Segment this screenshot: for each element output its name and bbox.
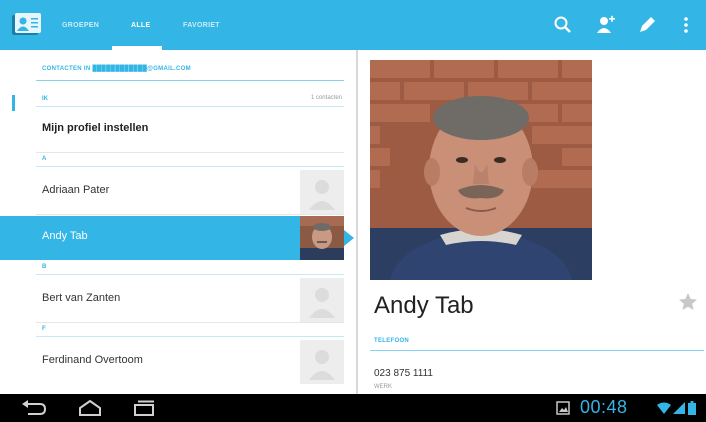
tab-favorites[interactable]: FAVORIET (183, 0, 220, 50)
add-contact-icon[interactable] (594, 14, 616, 36)
search-icon[interactable] (552, 14, 574, 36)
account-header: CONTACTEN IN ████████████@GMAIL.COM (42, 66, 191, 72)
section-header-b: B (42, 264, 47, 270)
contact-name: Ferdinand Overtoom (42, 354, 143, 366)
recent-apps-icon[interactable] (130, 398, 158, 418)
favorite-star-icon[interactable] (678, 292, 698, 312)
contact-count: 1 contacten (310, 95, 342, 101)
contact-thumbnail-photo (300, 216, 344, 260)
tab-all[interactable]: ALLE (131, 0, 150, 50)
list-item-contact[interactable]: Adriaan Pater (36, 170, 344, 214)
row-divider (36, 214, 344, 215)
list-item-contact-selected[interactable]: Andy Tab (0, 216, 344, 260)
signal-icon (673, 401, 685, 420)
system-navigation-bar: 00:48 (0, 394, 706, 422)
list-item-contact[interactable]: Bert van Zanten (36, 278, 344, 322)
phone-number[interactable]: 023 875 1111 (374, 368, 433, 379)
list-item-contact[interactable]: Ferdinand Overtoom (36, 340, 344, 384)
section-header-a: A (42, 156, 47, 162)
home-icon[interactable] (76, 398, 104, 418)
edit-icon[interactable] (636, 14, 658, 36)
contact-name-heading: Andy Tab (374, 292, 474, 319)
phone-section-header: TELEFOON (374, 338, 410, 344)
row-divider (36, 152, 344, 153)
contact-name: Mijn profiel instellen (42, 122, 149, 134)
selection-pointer (344, 230, 354, 246)
contact-photo[interactable] (370, 60, 592, 280)
list-item-setup-profile[interactable]: Mijn profiel instellen (36, 108, 344, 152)
phone-section-divider (370, 350, 704, 351)
scroll-indicator[interactable] (12, 95, 15, 111)
status-clock: 00:48 (580, 397, 628, 417)
contact-name: Adriaan Pater (42, 184, 110, 196)
section-divider (36, 106, 344, 107)
section-divider (36, 274, 344, 275)
gallery-notification-icon[interactable] (556, 401, 570, 420)
account-header-divider (36, 80, 344, 81)
contact-list-pane[interactable]: CONTACTEN IN ████████████@GMAIL.COM IK 1… (0, 50, 356, 394)
contact-placeholder-avatar (300, 278, 344, 322)
section-header-f: F (42, 326, 46, 332)
back-icon[interactable] (20, 398, 48, 418)
contact-name: Bert van Zanten (42, 292, 121, 304)
battery-icon (688, 401, 696, 420)
section-divider (36, 336, 344, 337)
phone-type-label: WERK (374, 384, 392, 390)
overflow-menu-icon[interactable] (680, 14, 692, 36)
contact-placeholder-avatar (300, 340, 344, 384)
section-header-me: IK (42, 96, 48, 102)
contact-detail-pane: Andy Tab TELEFOON 023 875 1111 WERK (358, 50, 706, 394)
contact-name: Andy Tab (42, 230, 88, 242)
tab-groups[interactable]: GROEPEN (62, 0, 99, 50)
contacts-app-icon[interactable] (12, 13, 42, 37)
wifi-icon (657, 401, 671, 420)
section-divider (36, 166, 344, 167)
contact-placeholder-avatar (300, 170, 344, 214)
action-bar: GROEPEN ALLE FAVORIET (0, 0, 706, 50)
row-divider (36, 322, 344, 323)
